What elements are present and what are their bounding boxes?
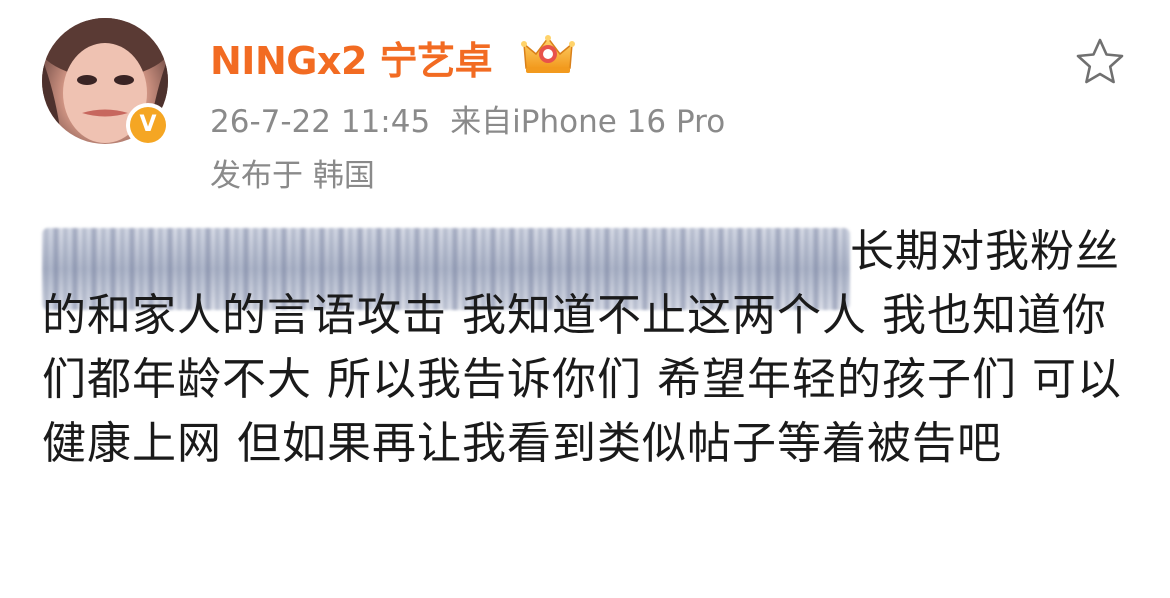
crown-icon (521, 35, 575, 73)
post-text: 长期对我粉丝的和家人的言语攻击 我知道不止这两个人 我也知道你们都年龄不大 所以… (42, 220, 1132, 476)
star-icon[interactable] (1074, 36, 1126, 88)
verified-icon: V (130, 107, 166, 143)
post-location: 发布于 韩国 (210, 158, 375, 194)
post-source: 来自iPhone 16 Pro (450, 104, 726, 140)
verified-badge: V (126, 103, 170, 147)
post-meta: 26-7-22 11:45 来自iPhone 16 Pro (210, 96, 725, 141)
author-name[interactable]: NINGx2 宁艺卓 (210, 30, 493, 85)
post-header: V NINGx2 宁艺卓 26-7-22 11:45 来自iPhone 16 Pr… (0, 0, 1170, 200)
post-body-text: 长期对我粉丝的和家人的言语攻击 我知道不止这两个人 我也知道你们都年龄不大 所以… (42, 226, 1122, 469)
post-datetime: 26-7-22 11:45 (210, 104, 431, 140)
